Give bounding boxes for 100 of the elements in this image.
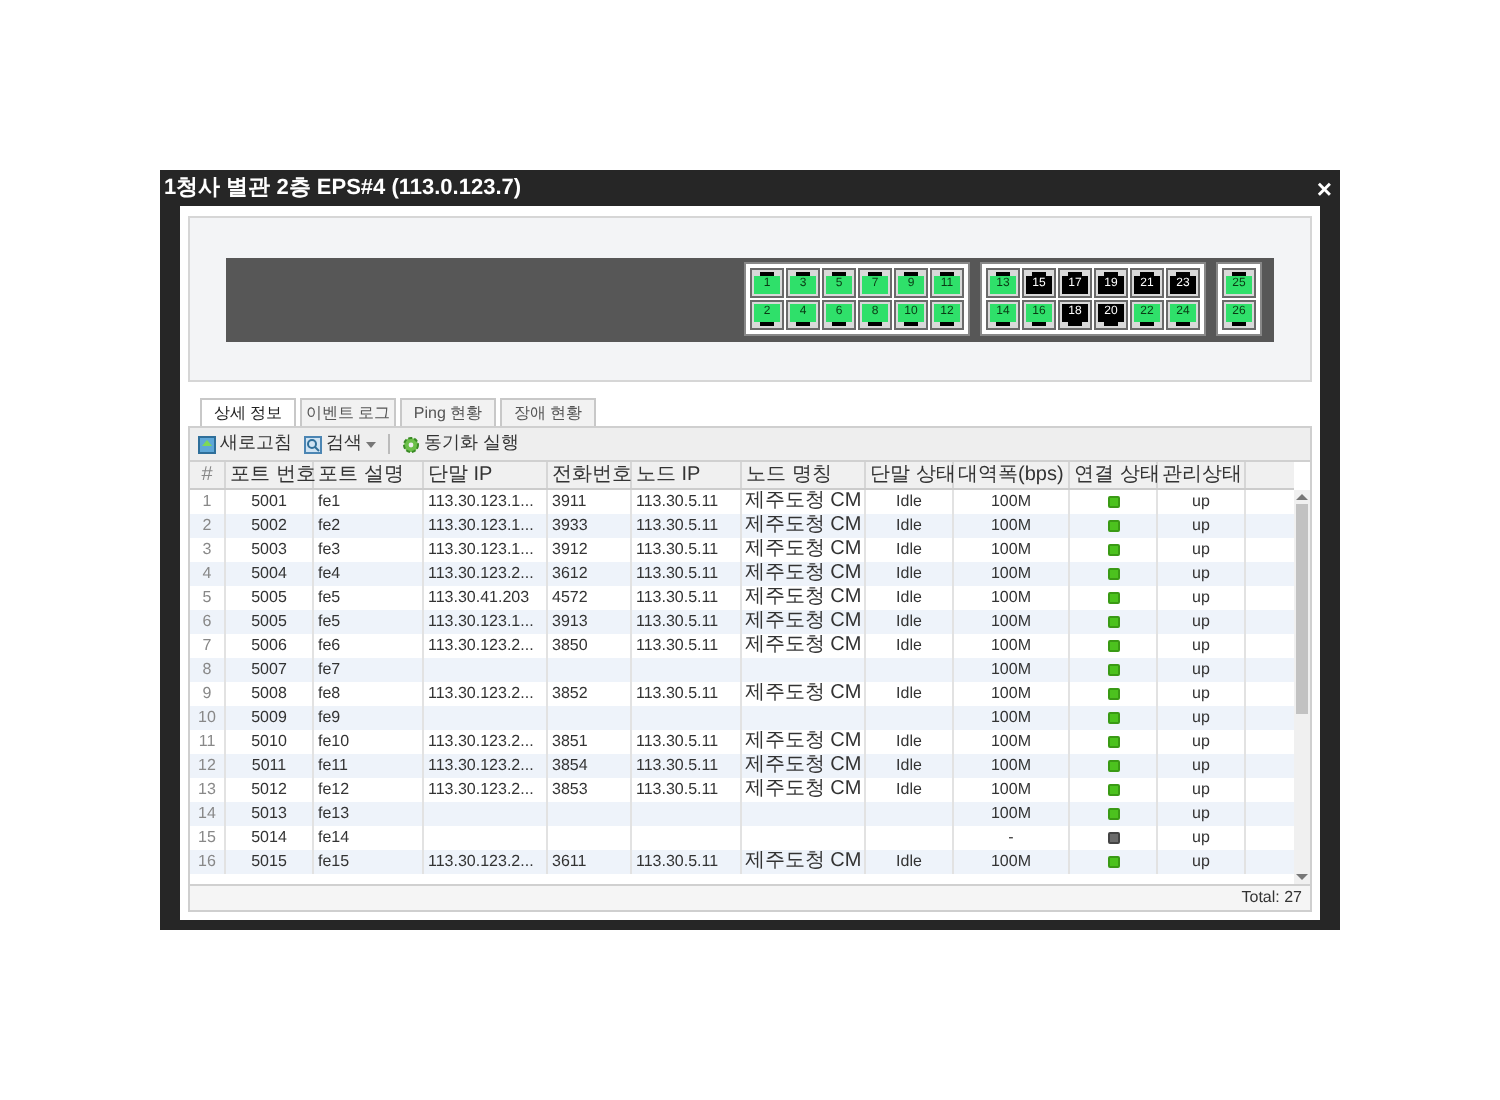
table-cell: 5004 (251, 566, 287, 582)
table-cell: 5002 (251, 518, 287, 534)
table-row[interactable]: 16 5015 fe15 113.30.123.2... 3611 113.30.5.11 제주도청 CM Idle 100M up (190, 850, 1294, 874)
table-cell: 113.30.123.1... (428, 518, 534, 534)
tab[interactable]: Ping 현황 (400, 398, 496, 426)
table-cell: 113.30.5.11 (636, 542, 719, 558)
table-cell: 1 (202, 494, 212, 510)
table-cell: 100M (990, 686, 1031, 702)
search-icon (304, 435, 322, 453)
table-cell: 제주도청 CM (744, 588, 862, 608)
table-row[interactable]: 8 5007 fe7 100M up (190, 658, 1294, 682)
column-header[interactable]: 대역폭(bps) (954, 462, 1070, 488)
table-cell: 3611 (552, 854, 587, 870)
table-row[interactable]: 2 5002 fe2 113.30.123.1... 3933 113.30.5.11 제주도청 CM Idle 100M up (190, 514, 1294, 538)
table-cell: 113.30.123.2... (428, 638, 534, 654)
scrollbar[interactable] (1294, 490, 1310, 884)
table-cell: up (1192, 638, 1210, 654)
table-cell: Idle (896, 518, 922, 534)
table-row[interactable]: 12 5011 fe11 113.30.123.2... 3854 113.30.5.11 제주도청 CM Idle 100M up (190, 754, 1294, 778)
table-cell: up (1192, 590, 1210, 606)
table-cell: up (1192, 854, 1210, 870)
table-cell: 113.30.5.11 (636, 590, 719, 606)
caret-icon (366, 441, 376, 447)
table-cell: 11 (198, 734, 216, 750)
table-cell: Idle (896, 734, 922, 750)
table-cell: Idle (896, 566, 922, 582)
tab[interactable]: 상세 정보 (200, 398, 296, 426)
table-cell: fe15 (318, 854, 350, 870)
table-cell: 제주도청 CM (744, 684, 862, 704)
close-button[interactable]: × (1316, 175, 1336, 201)
table-cell: 113.30.123.2... (428, 758, 534, 774)
table-cell: 113.30.123.2... (428, 566, 534, 582)
table-cell: 8 (202, 662, 212, 678)
tab[interactable]: 이벤트 로그 (300, 398, 396, 426)
table-cell: 100M (990, 806, 1031, 822)
table-cell: up (1192, 494, 1210, 510)
column-header[interactable]: 단말 IP (424, 462, 548, 488)
table-row[interactable]: 14 5013 fe13 100M up (190, 802, 1294, 826)
table-cell: fe3 (318, 542, 341, 558)
table-cell: 113.30.5.11 (636, 686, 719, 702)
table-cell: 6 (202, 614, 212, 630)
scroll-thumb[interactable] (1296, 504, 1308, 714)
table-cell: 5005 (251, 590, 287, 606)
table-cell: 113.30.5.11 (636, 638, 719, 654)
table-cell: 16 (198, 854, 216, 870)
column-header[interactable]: 포트 번호 (226, 462, 314, 488)
tab[interactable]: 장애 현황 (500, 398, 596, 426)
column-header[interactable]: 관리상태 (1158, 462, 1246, 488)
table-cell: Idle (896, 494, 922, 510)
column-header[interactable]: 포트 설명 (314, 462, 424, 488)
table-cell: 5003 (251, 542, 287, 558)
table-cell: 14 (198, 806, 216, 822)
table-cell: 제주도청 CM (744, 612, 862, 632)
column-header[interactable]: 전화번호 (548, 462, 632, 488)
table-cell: 5006 (251, 638, 287, 654)
dialog-title: 1청사 별관 2층 EPS#4 (113.0.123.7) (164, 173, 522, 204)
table-cell: 5008 (251, 686, 287, 702)
table-cell: 제주도청 CM (744, 516, 862, 536)
table-cell: 100M (990, 542, 1031, 558)
table-cell: 100M (990, 758, 1031, 774)
table-cell: up (1192, 734, 1210, 750)
table-cell: 113.30.123.2... (428, 686, 534, 702)
table-cell: 제주도청 CM (744, 636, 862, 656)
table-cell: 3854 (552, 758, 588, 774)
table-cell: up (1192, 830, 1210, 846)
table-cell: 5 (202, 590, 212, 606)
table-cell: Idle (896, 782, 922, 798)
search-button[interactable]: 검색 (304, 430, 376, 458)
table-row[interactable]: 4 5004 fe4 113.30.123.2... 3612 113.30.5.11 제주도청 CM Idle 100M up (190, 562, 1294, 586)
table-cell: 5005 (251, 614, 287, 630)
table-cell: 9 (202, 686, 212, 702)
table-row[interactable]: 6 5005 fe5 113.30.123.1... 3913 113.30.5.11 제주도청 CM Idle 100M up (190, 610, 1294, 634)
table-cell: 113.30.123.1... (428, 542, 534, 558)
table-cell: 3913 (552, 614, 588, 630)
table-cell: 3853 (552, 782, 588, 798)
table-cell: 5010 (251, 734, 287, 750)
table-cell: 3851 (552, 734, 588, 750)
table-cell: 5013 (251, 806, 287, 822)
table-cell: Idle (896, 758, 922, 774)
table-cell: up (1192, 710, 1210, 726)
table-cell: fe13 (318, 806, 350, 822)
table-cell: 제주도청 CM (744, 492, 862, 512)
table-cell: Idle (896, 686, 922, 702)
table-cell: up (1192, 518, 1210, 534)
column-header[interactable]: 노드 IP (632, 462, 742, 488)
table-cell: 제주도청 CM (744, 564, 862, 584)
table-cell: 3850 (552, 638, 588, 654)
table-cell: 5015 (251, 854, 287, 870)
table-cell: 3852 (552, 686, 588, 702)
table-cell: fe4 (318, 566, 341, 582)
sync-button[interactable]: 동기화 실행 (402, 430, 520, 458)
table-cell: 113.30.123.1... (428, 614, 534, 630)
table-cell: up (1192, 566, 1210, 582)
column-header[interactable]: 노드 명칭 (742, 462, 866, 488)
table-cell: up (1192, 782, 1210, 798)
table-row[interactable]: 10 5009 fe9 100M up (190, 706, 1294, 730)
column-header[interactable]: 연결 상태 (1070, 462, 1158, 488)
table-cell: fe2 (318, 518, 341, 534)
refresh-button[interactable]: 새로고침 (198, 430, 292, 458)
column-header[interactable]: 단말 상태 (866, 462, 954, 488)
